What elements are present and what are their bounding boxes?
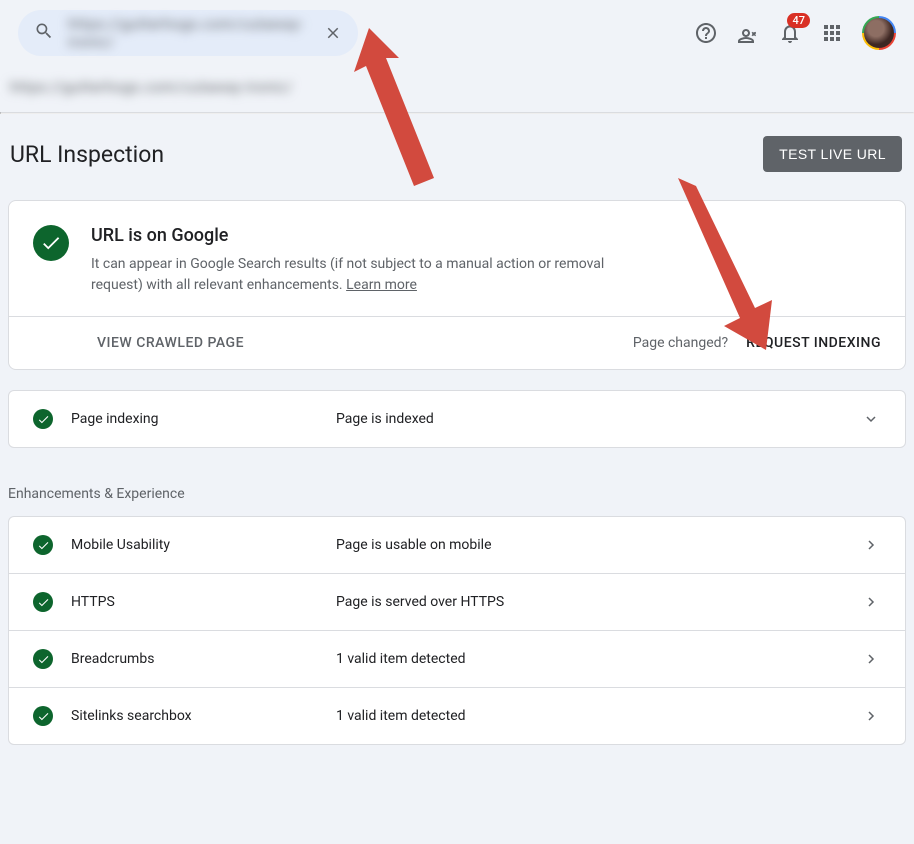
check-icon [33,592,53,612]
row-label: Page indexing [71,411,336,427]
check-icon [33,409,53,429]
row-label: Mobile Usability [71,537,336,553]
request-indexing-button[interactable]: REQUEST INDEXING [746,335,881,351]
row-value: Page is served over HTTPS [336,594,861,610]
row-value: Page is indexed [336,411,861,427]
chevron-right-icon [861,706,881,726]
page-indexing-row[interactable]: Page indexing Page is indexed [9,391,905,447]
chevron-right-icon [861,592,881,612]
row-label: HTTPS [71,594,336,610]
chevron-right-icon [861,535,881,555]
test-live-url-button[interactable]: TEST LIVE URL [763,136,902,172]
row-value: 1 valid item detected [336,708,861,724]
enhancement-row-sitelinks[interactable]: Sitelinks searchbox 1 valid item detecte… [9,687,905,744]
enhancement-row-mobile[interactable]: Mobile Usability Page is usable on mobil… [9,517,905,573]
row-label: Sitelinks searchbox [71,708,336,724]
status-success-icon [33,225,69,261]
breadcrumb: https://gutterhogs.com/cutaway-ironic/ [0,66,914,112]
notifications-badge: 47 [787,13,810,28]
header: https://gutterhogs.com/cutaway-ironic/ 4… [0,0,914,66]
apps-icon[interactable] [820,21,844,45]
learn-more-link[interactable]: Learn more [346,277,417,293]
check-icon [33,706,53,726]
search-icon [34,21,54,45]
notifications-icon[interactable]: 47 [778,21,802,45]
help-icon[interactable] [694,21,718,45]
search-bar[interactable]: https://gutterhogs.com/cutaway-ironic/ [18,10,358,56]
page-title: URL Inspection [10,141,164,168]
page-changed-label: Page changed? [633,335,728,351]
enhancements-heading: Enhancements & Experience [0,456,914,506]
avatar[interactable] [862,16,896,50]
enhancement-row-breadcrumbs[interactable]: Breadcrumbs 1 valid item detected [9,630,905,687]
row-value: Page is usable on mobile [336,537,861,553]
view-crawled-page-button[interactable]: VIEW CRAWLED PAGE [97,335,244,351]
chevron-right-icon [861,649,881,669]
header-actions: 47 [694,16,896,50]
status-description: It can appear in Google Search results (… [91,254,651,296]
clear-search-button[interactable] [324,24,342,42]
page-indexing-card: Page indexing Page is indexed [8,390,906,448]
row-label: Breadcrumbs [71,651,336,667]
row-value: 1 valid item detected [336,651,861,667]
search-input-value[interactable]: https://gutterhogs.com/cutaway-ironic/ [68,15,310,51]
status-heading: URL is on Google [91,225,651,246]
chevron-down-icon [861,409,881,429]
check-icon [33,649,53,669]
status-card: URL is on Google It can appear in Google… [8,200,906,370]
enhancement-row-https[interactable]: HTTPS Page is served over HTTPS [9,573,905,630]
settings-user-icon[interactable] [736,21,760,45]
check-icon [33,535,53,555]
enhancements-card: Mobile Usability Page is usable on mobil… [8,516,906,745]
